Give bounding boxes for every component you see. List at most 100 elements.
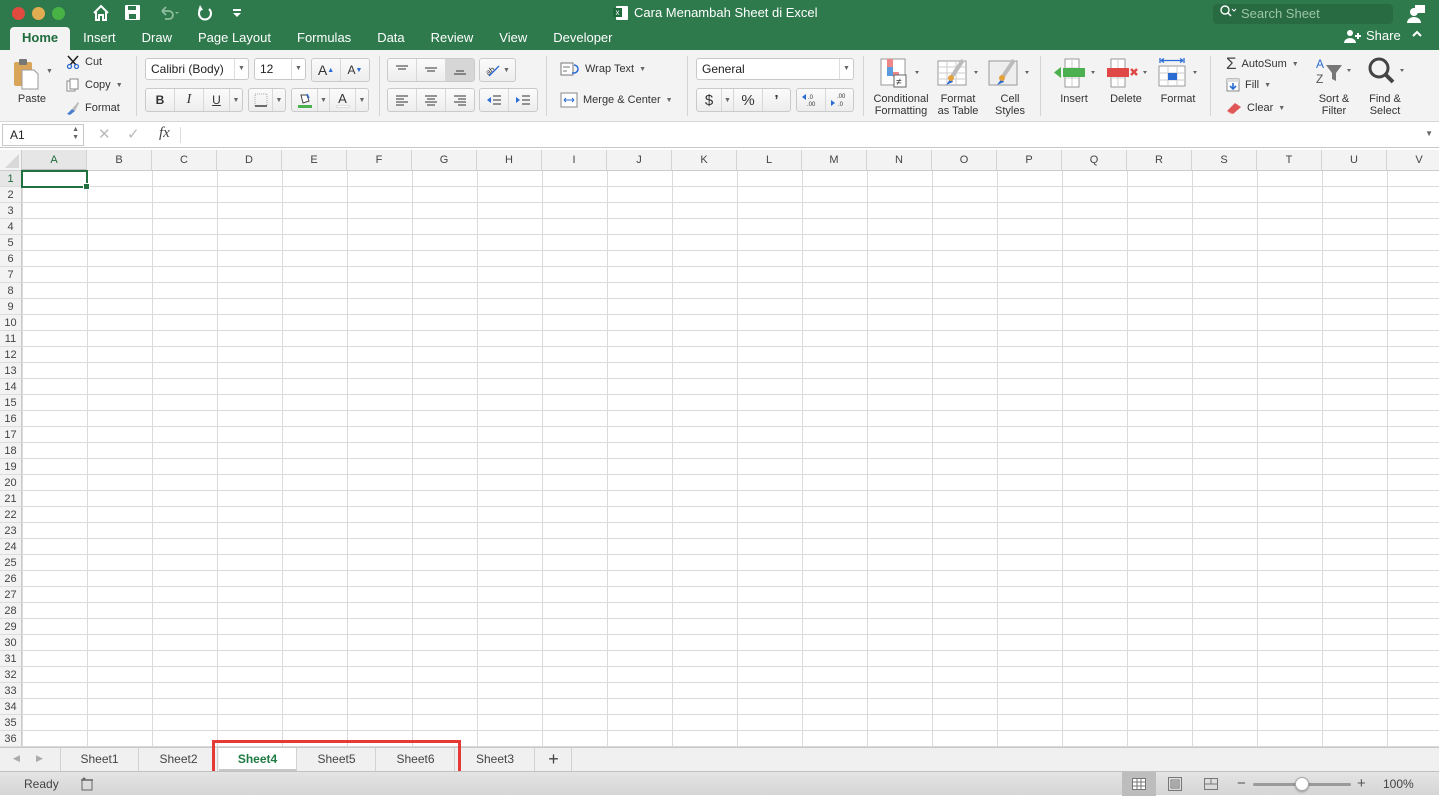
row-header-6[interactable]: 6: [0, 251, 22, 267]
column-header-n[interactable]: N: [867, 150, 932, 171]
number-format-select[interactable]: General ▼: [696, 58, 854, 80]
comma-style-button[interactable]: ’: [763, 89, 790, 111]
orientation-button[interactable]: ab ▼: [480, 59, 515, 81]
sheet-tab-sheet5[interactable]: Sheet5: [298, 748, 376, 771]
macro-recording-icon[interactable]: [80, 777, 94, 791]
column-header-p[interactable]: P: [997, 150, 1062, 171]
decrease-decimal-button[interactable]: .00.0: [826, 89, 853, 111]
row-header-35[interactable]: 35: [0, 715, 22, 731]
row-header-34[interactable]: 34: [0, 699, 22, 715]
currency-dropdown[interactable]: ▼: [722, 89, 734, 111]
row-header-9[interactable]: 9: [0, 299, 22, 315]
align-right-button[interactable]: [446, 89, 474, 111]
row-header-27[interactable]: 27: [0, 587, 22, 603]
row-header-23[interactable]: 23: [0, 523, 22, 539]
row-header-24[interactable]: 24: [0, 539, 22, 555]
row-header-12[interactable]: 12: [0, 347, 22, 363]
sheet-tab-sheet3[interactable]: Sheet3: [456, 748, 535, 771]
decrease-indent-button[interactable]: [480, 89, 509, 111]
row-header-20[interactable]: 20: [0, 475, 22, 491]
row-header-28[interactable]: 28: [0, 603, 22, 619]
format-painter-button[interactable]: Format: [66, 101, 120, 115]
delete-cells-button[interactable]: Delete: [1106, 93, 1146, 105]
column-header-f[interactable]: F: [347, 150, 412, 171]
active-cell-a1[interactable]: [21, 170, 90, 190]
column-header-v[interactable]: V: [1387, 150, 1439, 171]
column-header-i[interactable]: I: [542, 150, 607, 171]
row-header-3[interactable]: 3: [0, 203, 22, 219]
autosum-button[interactable]: Σ AutoSum ▼: [1226, 54, 1299, 74]
expand-formula-bar-icon[interactable]: ▼: [1425, 129, 1433, 138]
customize-toolbar-icon[interactable]: [231, 4, 243, 26]
page-break-view-button[interactable]: [1194, 772, 1228, 796]
row-header-18[interactable]: 18: [0, 443, 22, 459]
tab-data[interactable]: Data: [364, 27, 417, 50]
insert-function-button[interactable]: fx: [159, 125, 170, 142]
increase-decimal-button[interactable]: .0.00: [797, 89, 826, 111]
column-header-o[interactable]: O: [932, 150, 997, 171]
row-header-17[interactable]: 17: [0, 427, 22, 443]
select-all-button[interactable]: [0, 150, 22, 171]
scroll-tabs-left-icon[interactable]: ◀: [13, 753, 20, 764]
row-header-7[interactable]: 7: [0, 267, 22, 283]
align-left-button[interactable]: [388, 89, 417, 111]
tab-view[interactable]: View: [486, 27, 540, 50]
column-header-b[interactable]: B: [87, 150, 152, 171]
tab-developer[interactable]: Developer: [540, 27, 625, 50]
row-header-31[interactable]: 31: [0, 651, 22, 667]
maximize-window-button[interactable]: [52, 7, 65, 20]
insert-cells-button[interactable]: Insert: [1055, 93, 1093, 105]
column-header-l[interactable]: L: [737, 150, 802, 171]
fill-color-dropdown[interactable]: ▼: [318, 89, 330, 111]
find-select-icon[interactable]: [1367, 56, 1409, 89]
align-center-button[interactable]: [417, 89, 446, 111]
insert-cells-icon[interactable]: [1053, 58, 1097, 91]
close-window-button[interactable]: [12, 7, 25, 20]
share-button[interactable]: Share: [1344, 28, 1401, 43]
percent-button[interactable]: %: [734, 89, 763, 111]
column-header-c[interactable]: C: [152, 150, 217, 171]
normal-view-button[interactable]: [1122, 772, 1156, 796]
tab-formulas[interactable]: Formulas: [284, 27, 364, 50]
format-as-table-icon[interactable]: [937, 58, 979, 93]
middle-align-button[interactable]: [417, 59, 446, 81]
font-color-dropdown[interactable]: ▼: [356, 89, 368, 111]
bottom-align-button[interactable]: [446, 59, 474, 81]
cancel-icon[interactable]: ✕: [98, 125, 111, 143]
sort-filter-icon[interactable]: AZ: [1314, 56, 1356, 89]
bold-button[interactable]: B: [146, 89, 175, 111]
borders-dropdown[interactable]: ▼: [273, 89, 285, 111]
row-header-11[interactable]: 11: [0, 331, 22, 347]
increase-indent-button[interactable]: [509, 89, 537, 111]
row-header-21[interactable]: 21: [0, 491, 22, 507]
minimize-window-button[interactable]: [32, 7, 45, 20]
paste-icon[interactable]: [13, 58, 39, 93]
italic-button[interactable]: I: [175, 89, 204, 111]
row-header-25[interactable]: 25: [0, 555, 22, 571]
column-header-j[interactable]: J: [607, 150, 672, 171]
column-header-t[interactable]: T: [1257, 150, 1322, 171]
tab-draw[interactable]: Draw: [129, 27, 185, 50]
tab-insert[interactable]: Insert: [70, 27, 129, 50]
row-header-29[interactable]: 29: [0, 619, 22, 635]
increase-font-size-button[interactable]: A ▲: [312, 59, 341, 81]
column-header-u[interactable]: U: [1322, 150, 1387, 171]
cut-button[interactable]: Cut: [66, 55, 102, 69]
search-sheet-input[interactable]: Search Sheet: [1213, 4, 1393, 24]
font-name-select[interactable]: Calibri (Body) ▼: [145, 58, 249, 80]
zoom-out-button[interactable]: −: [1237, 775, 1246, 792]
name-box-stepper[interactable]: ▲ ▼: [72, 126, 79, 142]
sheet-tab-sheet6[interactable]: Sheet6: [377, 748, 455, 771]
redo-icon[interactable]: [196, 4, 214, 28]
collapse-ribbon-icon[interactable]: [1411, 28, 1423, 42]
tab-home[interactable]: Home: [10, 27, 71, 50]
column-header-d[interactable]: D: [217, 150, 282, 171]
home-icon[interactable]: [92, 4, 110, 28]
row-header-16[interactable]: 16: [0, 411, 22, 427]
account-icon[interactable]: [1406, 4, 1426, 24]
clear-button[interactable]: Clear ▼: [1226, 101, 1285, 115]
cell-styles-button[interactable]: Cell Styles: [990, 93, 1030, 117]
wrap-text-button[interactable]: Wrap Text ▼: [560, 62, 646, 76]
name-box[interactable]: A1 ▲ ▼: [2, 124, 84, 146]
fill-color-button[interactable]: [292, 89, 318, 111]
